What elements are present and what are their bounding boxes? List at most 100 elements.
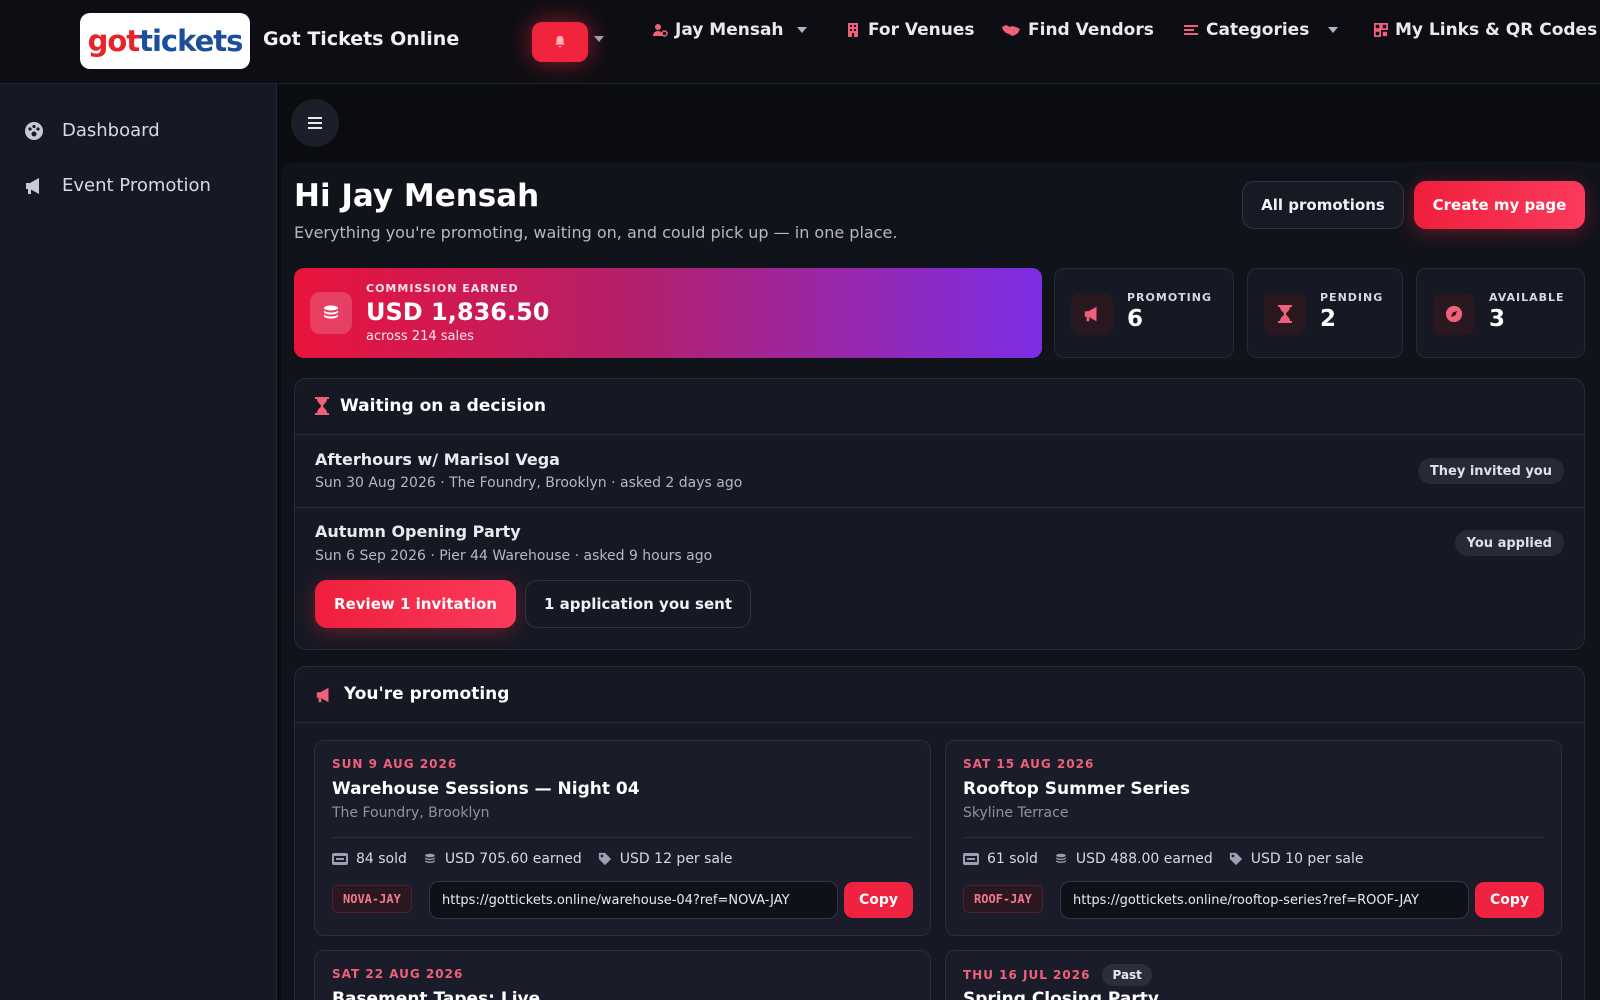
per-sale-stat: USD 10 per sale	[1229, 851, 1364, 867]
megaphone-icon	[316, 687, 329, 703]
event-card[interactable]: THU 16 JUL 2026 Past Spring Closing Part…	[945, 950, 1562, 1000]
sidebar-item-dashboard[interactable]: Dashboard	[24, 120, 160, 141]
event-title[interactable]: Spring Closing Party	[963, 989, 1159, 1000]
page-title: Hi Jay Mensah	[294, 178, 540, 214]
sold-count: 61 sold	[987, 851, 1038, 867]
card-divider	[332, 837, 913, 838]
nav-find-vendors[interactable]: Find Vendors	[1001, 19, 1154, 41]
waiting-section-header: Waiting on a decision	[295, 379, 1584, 435]
top-navbar: got ti ckets Got Tickets Online Jay Mensah…	[0, 0, 1600, 84]
nav-categories[interactable]: Categories	[1183, 19, 1339, 41]
event-venue: Skyline Terrace	[963, 805, 1069, 821]
waiting-section-title: Waiting on a decision	[340, 396, 547, 416]
sold-stat: 84 sold	[332, 851, 407, 867]
coins-icon	[310, 292, 352, 334]
nav-for-venues-label: For Venues	[868, 20, 975, 40]
user-cog-icon	[653, 24, 668, 37]
nav-categories-label: Categories	[1206, 20, 1310, 40]
stat-card-pending[interactable]: PENDING 2	[1247, 268, 1403, 358]
stat-value: 2	[1320, 306, 1337, 332]
event-date-text: THU 16 JUL 2026	[963, 968, 1091, 982]
stat-card-available[interactable]: AVAILABLE 3	[1416, 268, 1585, 358]
card-divider	[963, 837, 1544, 838]
sidebar-toggle-button[interactable]	[291, 99, 339, 147]
palette-icon	[25, 121, 43, 140]
list-icon	[1184, 25, 1198, 35]
building-icon	[848, 23, 858, 37]
hourglass-icon	[1264, 293, 1306, 335]
event-title[interactable]: Rooftop Summer Series	[963, 779, 1190, 799]
logo-text-ti: ti	[139, 24, 162, 58]
sidebar-item-event-promotion[interactable]: Event Promotion	[24, 175, 211, 196]
bell-icon	[555, 35, 565, 48]
sold-count: 84 sold	[356, 851, 407, 867]
waiting-section: Waiting on a decision Afterhours w/ Mari…	[294, 378, 1585, 650]
waiting-item-details: Sun 30 Aug 2026 · The Foundry, Brooklyn …	[315, 475, 743, 491]
nav-user-label: Jay Mensah	[675, 20, 784, 40]
review-invitation-button[interactable]: Review 1 invitation	[315, 580, 516, 628]
qr-code-icon	[1374, 23, 1388, 37]
event-title[interactable]: Warehouse Sessions — Night 04	[332, 779, 640, 799]
coins-icon	[425, 853, 435, 863]
commission-label: COMMISSION EARNED	[366, 282, 519, 295]
earned-stat: USD 705.60 earned	[423, 851, 582, 867]
stat-label: PENDING	[1320, 291, 1384, 304]
nav-my-links[interactable]: My Links & QR Codes	[1374, 19, 1597, 41]
event-stats: 84 sold USD 705.60 earned USD 12 per sal…	[332, 851, 733, 867]
create-my-page-button[interactable]: Create my page	[1414, 181, 1585, 229]
stat-value: 6	[1127, 306, 1144, 332]
promoting-section-title: You're promoting	[344, 684, 510, 704]
tag-icon	[1229, 852, 1242, 866]
list-item[interactable]: Autumn Opening Party Sun 6 Sep 2026 · Pi…	[295, 508, 1584, 580]
event-title[interactable]: Basement Tapes: Live	[332, 989, 540, 1000]
sidebar-item-label: Dashboard	[62, 120, 160, 141]
promoting-section-header: You're promoting	[295, 667, 1584, 723]
all-promotions-button[interactable]: All promotions	[1242, 181, 1404, 229]
commission-subtext: across 214 sales	[366, 329, 474, 344]
stat-value: 3	[1489, 306, 1506, 332]
status-badge: They invited you	[1417, 458, 1564, 484]
nav-find-vendors-label: Find Vendors	[1028, 20, 1154, 40]
logo-text-ckets: ckets	[160, 24, 243, 58]
waiting-item-title: Autumn Opening Party	[315, 522, 521, 541]
page-subtitle: Everything you're promoting, waiting on,…	[294, 223, 898, 242]
list-item[interactable]: Afterhours w/ Marisol Vega Sun 30 Aug 20…	[295, 435, 1584, 507]
brand-logo[interactable]: got ti ckets	[80, 13, 250, 69]
notifications-button[interactable]	[532, 22, 588, 62]
earned-amount: USD 488.00 earned	[1075, 851, 1213, 867]
event-card[interactable]: SAT 22 AUG 2026 Basement Tapes: Live	[314, 950, 931, 1000]
stat-label: AVAILABLE	[1489, 291, 1565, 304]
referral-link-input[interactable]	[1060, 881, 1469, 919]
commission-earned-card: COMMISSION EARNED USD 1,836.50 across 21…	[294, 268, 1042, 358]
referral-link-input[interactable]	[429, 881, 838, 919]
brand-name[interactable]: Got Tickets Online	[263, 28, 459, 50]
notifications-chevron-down-icon[interactable]	[594, 36, 604, 42]
tag-icon	[598, 852, 611, 866]
nav-user-menu[interactable]: Jay Mensah	[652, 19, 807, 41]
event-date-text: SUN 9 AUG 2026	[332, 757, 458, 771]
event-date: THU 16 JUL 2026 Past	[963, 964, 1152, 986]
megaphone-icon	[1071, 293, 1113, 335]
chevron-down-icon	[796, 27, 807, 33]
megaphone-icon	[26, 177, 39, 194]
nav-for-venues[interactable]: For Venues	[845, 19, 975, 41]
past-badge: Past	[1102, 964, 1152, 986]
hourglass-icon	[315, 397, 329, 415]
earned-stat: USD 488.00 earned	[1054, 851, 1213, 867]
sold-stat: 61 sold	[963, 851, 1038, 867]
event-card[interactable]: SUN 9 AUG 2026 Warehouse Sessions — Nigh…	[314, 740, 931, 936]
per-sale-amount: USD 10 per sale	[1250, 851, 1364, 867]
event-stats: 61 sold USD 488.00 earned USD 10 per sal…	[963, 851, 1364, 867]
event-card[interactable]: SAT 15 AUG 2026 Rooftop Summer Series Sk…	[945, 740, 1562, 936]
event-date-text: SAT 22 AUG 2026	[332, 967, 464, 981]
event-date-text: SAT 15 AUG 2026	[963, 757, 1095, 771]
copy-link-button[interactable]: Copy	[1475, 882, 1544, 918]
waiting-item-title: Afterhours w/ Marisol Vega	[315, 450, 560, 469]
stat-card-promoting[interactable]: PROMOTING 6	[1054, 268, 1234, 358]
copy-link-button[interactable]: Copy	[844, 882, 913, 918]
ticket-icon	[963, 853, 979, 865]
waiting-item-details: Sun 6 Sep 2026 · Pier 44 Warehouse · ask…	[315, 548, 713, 564]
applications-sent-button[interactable]: 1 application you sent	[525, 580, 751, 628]
event-date: SAT 22 AUG 2026	[332, 967, 463, 981]
sidebar-item-label: Event Promotion	[62, 175, 211, 196]
